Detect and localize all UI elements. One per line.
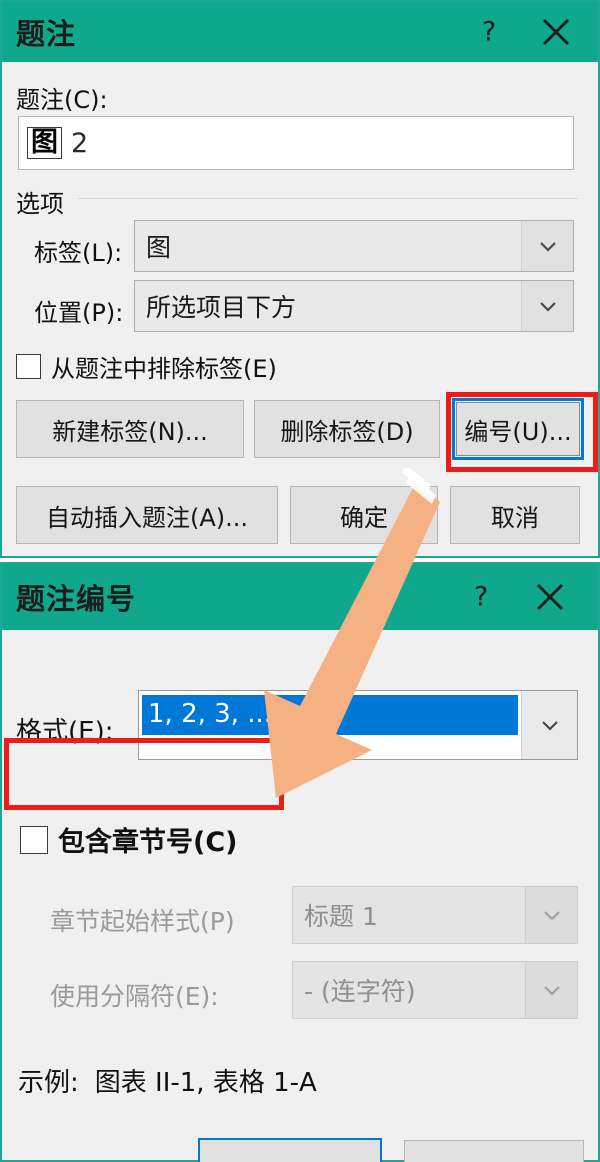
chevron-down-icon[interactable] xyxy=(521,221,573,271)
numbering-ok-button[interactable]: 确定 xyxy=(198,1138,382,1162)
label-field-label: 标签(L): xyxy=(34,239,123,267)
label-combobox-value: 图 xyxy=(146,233,172,262)
include-chapter-checkbox-label: 包含章节号(C) xyxy=(58,827,238,858)
help-icon[interactable]: ? xyxy=(464,582,498,613)
label-combobox[interactable]: 图 xyxy=(134,220,574,272)
chevron-down-icon[interactable] xyxy=(521,691,577,759)
chevron-down-icon[interactable] xyxy=(525,962,577,1018)
close-icon[interactable] xyxy=(530,577,570,617)
autocaption-button[interactable]: 自动插入题注(A)... xyxy=(16,486,278,544)
chapter-style-combobox-value: 标题 1 xyxy=(304,902,378,931)
numbering-dialog-body: 格式(E): 1, 2, 3, ... 包含章节号(C) 章节起始样式(P) 标… xyxy=(2,630,598,1162)
example-row: 示例: 图表 II-1, 表格 1-A xyxy=(18,1062,317,1099)
help-icon[interactable]: ? xyxy=(472,17,506,48)
include-chapter-checkbox[interactable] xyxy=(20,825,48,854)
numbering-dialog-title: 题注编号 xyxy=(16,582,137,616)
position-combobox-value: 所选项目下方 xyxy=(146,293,297,322)
chevron-down-icon[interactable] xyxy=(525,887,577,943)
options-group-divider xyxy=(78,198,578,199)
exclude-label-checkbox[interactable] xyxy=(16,354,41,379)
close-icon[interactable] xyxy=(536,12,576,52)
separator-combobox[interactable]: - (连字符) xyxy=(292,961,578,1019)
caption-field-chip: 图 xyxy=(27,126,62,160)
exclude-label-checkbox-label: 从题注中排除标签(E) xyxy=(51,355,277,383)
caption-dialog: 题注 ? 题注(C): 图 2 选项 标签(L): 图 位置(P): 所选项目下… xyxy=(0,0,600,558)
caption-numbering-dialog: 题注编号 ? 格式(E): 1, 2, 3, ... 包含章节号(C) 章节起始… xyxy=(0,562,600,1162)
position-combobox[interactable]: 所选项目下方 xyxy=(134,280,574,332)
chapter-style-label: 章节起始样式(P) xyxy=(50,907,235,936)
caption-dialog-body: 题注(C): 图 2 选项 标签(L): 图 位置(P): 所选项目下方 从题注… xyxy=(2,62,598,556)
chevron-down-icon[interactable] xyxy=(521,281,573,331)
numbering-cancel-button[interactable]: 取消 xyxy=(404,1140,584,1162)
format-combobox-value: 1, 2, 3, ... xyxy=(142,695,518,735)
example-label: 示例: xyxy=(18,1068,79,1098)
new-label-button[interactable]: 新建标签(N)... xyxy=(16,400,244,458)
caption-number: 2 xyxy=(71,127,89,159)
position-field-label: 位置(P): xyxy=(34,299,124,327)
caption-cancel-button[interactable]: 取消 xyxy=(450,486,580,544)
separator-label: 使用分隔符(E): xyxy=(50,982,219,1011)
caption-dialog-title: 题注 xyxy=(16,17,77,51)
separator-combobox-value: - (连字符) xyxy=(304,977,416,1006)
delete-label-button[interactable]: 删除标签(D) xyxy=(254,400,440,458)
chapter-style-combobox[interactable]: 标题 1 xyxy=(292,886,578,944)
highlight-numbering-button xyxy=(446,392,598,472)
example-value: 图表 II-1, 表格 1-A xyxy=(94,1068,317,1098)
caption-ok-button[interactable]: 确定 xyxy=(290,486,438,544)
include-chapter-checkbox-row[interactable]: 包含章节号(C) xyxy=(20,820,238,859)
exclude-label-checkbox-row[interactable]: 从题注中排除标签(E) xyxy=(16,349,277,384)
caption-label: 题注(C): xyxy=(16,86,108,114)
options-group-label: 选项 xyxy=(16,190,64,218)
highlight-include-chapter xyxy=(4,738,284,810)
numbering-dialog-titlebar: 题注编号 ? xyxy=(2,564,598,630)
screenshot-root: 题注 ? 题注(C): 图 2 选项 标签(L): 图 位置(P): 所选项目下… xyxy=(0,0,600,1162)
caption-dialog-titlebar: 题注 ? xyxy=(2,2,598,62)
caption-input[interactable]: 图 2 xyxy=(18,116,574,170)
